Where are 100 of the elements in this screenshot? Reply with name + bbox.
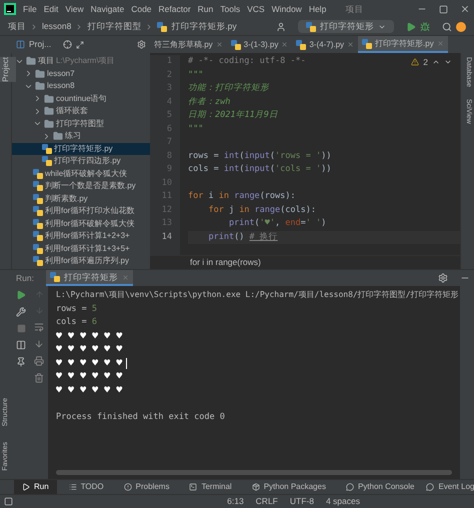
python-file-icon — [42, 144, 52, 154]
python-file-icon — [50, 272, 60, 282]
rerun-icon[interactable] — [16, 290, 26, 300]
status-item[interactable]: 4 spaces — [326, 495, 360, 508]
tree-item[interactable]: countinue语句 — [12, 92, 150, 105]
pin-icon[interactable] — [16, 357, 26, 367]
bug-icon[interactable] — [420, 22, 430, 32]
tree-item-label: while循环破解令狐大侠 — [45, 168, 128, 180]
menu-item[interactable]: Code — [131, 2, 152, 16]
breadcrumb[interactable]: lesson8 — [42, 20, 72, 33]
maximize-icon[interactable] — [439, 4, 448, 14]
user-icon[interactable] — [276, 22, 286, 32]
editor-tab[interactable]: 3-(4-7).py — [292, 36, 358, 53]
tree-item-label: 项目 — [38, 55, 54, 68]
settings-icon[interactable] — [438, 273, 448, 283]
tool-tab[interactable]: Problems — [116, 480, 178, 494]
code-breadcrumb[interactable]: for i in range(rows) — [190, 256, 261, 269]
tree-item[interactable]: 利用for循环打印水仙花数 — [12, 205, 150, 218]
print-icon[interactable] — [34, 356, 44, 366]
scroll-end-icon[interactable] — [34, 339, 44, 349]
project-panel-header[interactable]: Proj... — [12, 36, 150, 53]
layout-icon[interactable] — [16, 340, 26, 350]
tool-tab[interactable]: Run — [14, 480, 57, 494]
menu-item[interactable]: Refactor — [158, 2, 191, 16]
collapsed-chevron-icon[interactable] — [24, 69, 33, 78]
editor-tab[interactable]: 打印字符矩形.py — [358, 36, 448, 53]
folder-icon — [35, 81, 45, 92]
tool-tab[interactable]: TODO — [60, 480, 112, 494]
run-icon[interactable] — [406, 22, 416, 32]
code-token: cols = — [188, 163, 220, 176]
tool-tab[interactable]: Python Console — [338, 480, 422, 494]
menu-item[interactable]: VCS — [247, 2, 265, 16]
update-badge-icon[interactable] — [456, 22, 466, 32]
tree-item[interactable]: 判断一个数是否是素数.py — [12, 180, 150, 192]
breadcrumb[interactable]: 打印字符图型 — [87, 20, 142, 33]
expand-icon[interactable] — [76, 40, 84, 48]
close-tab-icon[interactable] — [216, 41, 223, 48]
tree-item-label: lesson8 — [47, 80, 75, 92]
code-token: )) — [321, 163, 332, 176]
close-icon[interactable] — [460, 4, 470, 14]
tool-tab[interactable]: Terminal — [181, 480, 240, 494]
tree-item[interactable]: 练习 — [12, 130, 150, 142]
tree-item-label: countinue语句 — [56, 92, 107, 105]
python-file-icon — [296, 40, 306, 50]
tree-item[interactable]: 利用for循环计算1+2+3+ — [12, 230, 150, 242]
run-tab[interactable]: 打印字符矩形 — [46, 270, 133, 286]
tree-item[interactable]: 判断素数.py — [12, 192, 150, 205]
breadcrumb[interactable]: 项目 — [8, 20, 26, 33]
event-log-tab[interactable]: Event Log — [426, 481, 474, 493]
tree-item[interactable]: while循环破解令狐大侠 — [12, 168, 150, 180]
layout-toggle-icon[interactable] — [4, 497, 13, 506]
code-token: 作者：zwh — [188, 96, 230, 109]
horizontal-scrollbar[interactable] — [56, 470, 452, 475]
locate-icon[interactable] — [63, 40, 72, 49]
close-tab-icon[interactable] — [281, 41, 288, 48]
menu-item[interactable]: Window — [272, 2, 302, 16]
search-icon[interactable] — [442, 22, 452, 32]
warning-count[interactable]: 2 — [423, 56, 428, 69]
tree-item[interactable]: 打印字符图型 — [12, 118, 150, 130]
panel-label: Run: — [16, 272, 34, 284]
menu-item[interactable]: View — [65, 2, 84, 16]
tree-item[interactable]: 利用for循环计算1+3+5+ — [12, 242, 150, 255]
code-token: ) — [321, 217, 326, 230]
python-file-icon — [33, 181, 43, 192]
python-file-icon — [33, 256, 43, 266]
code-token: # 换行 — [249, 230, 278, 244]
menu-item[interactable]: Tools — [220, 2, 240, 16]
python-file-icon — [33, 244, 43, 254]
code-token: )) — [321, 150, 332, 163]
menu-item[interactable]: Run — [198, 2, 214, 16]
project-side-tab[interactable]: Project — [0, 57, 16, 82]
tree-item[interactable]: 利用for循环破解令狐大侠 — [12, 218, 150, 230]
python-file-icon — [306, 22, 316, 32]
tree-item[interactable]: lesson8 — [12, 80, 150, 92]
code-token: ( — [270, 150, 276, 163]
menu-item[interactable]: Help — [308, 2, 326, 16]
tree-item[interactable]: 循环嵌套 — [12, 105, 150, 118]
status-item[interactable]: UTF-8 — [290, 495, 314, 508]
menu-item[interactable]: Edit — [44, 2, 58, 16]
wrench-icon[interactable] — [16, 307, 26, 317]
tree-item[interactable]: 利用for循环遍历序列.py — [12, 255, 150, 268]
status-item[interactable]: CRLF — [256, 495, 278, 508]
editor-tab[interactable]: 3-(1-3).py — [226, 36, 292, 53]
status-item[interactable]: 6:13 — [227, 495, 244, 508]
tool-tab[interactable]: Python Packages — [244, 480, 334, 494]
tree-item[interactable]: 打印字符矩形.py — [12, 142, 150, 155]
wrap-icon[interactable] — [34, 322, 44, 332]
breadcrumb[interactable]: 打印字符矩形.py — [171, 20, 237, 33]
run-config-dropdown[interactable]: 打印字符矩形 — [298, 20, 394, 33]
editor-tab[interactable]: 符三角形草稿.py — [150, 36, 227, 53]
collapsed-chevron-icon[interactable] — [42, 132, 51, 141]
menu-item[interactable]: File — [23, 2, 37, 16]
tree-item[interactable]: 打印平行四边形.py — [12, 155, 150, 168]
tree-item-label: 利用for循环遍历序列.py — [45, 255, 130, 268]
tool-tab-icon — [252, 483, 260, 491]
code-token: ( — [239, 163, 244, 176]
settings-icon[interactable] — [137, 40, 146, 49]
trash-icon[interactable] — [34, 373, 44, 383]
menu-item[interactable]: Navigate — [90, 2, 124, 16]
close-tab-icon[interactable] — [347, 41, 354, 48]
